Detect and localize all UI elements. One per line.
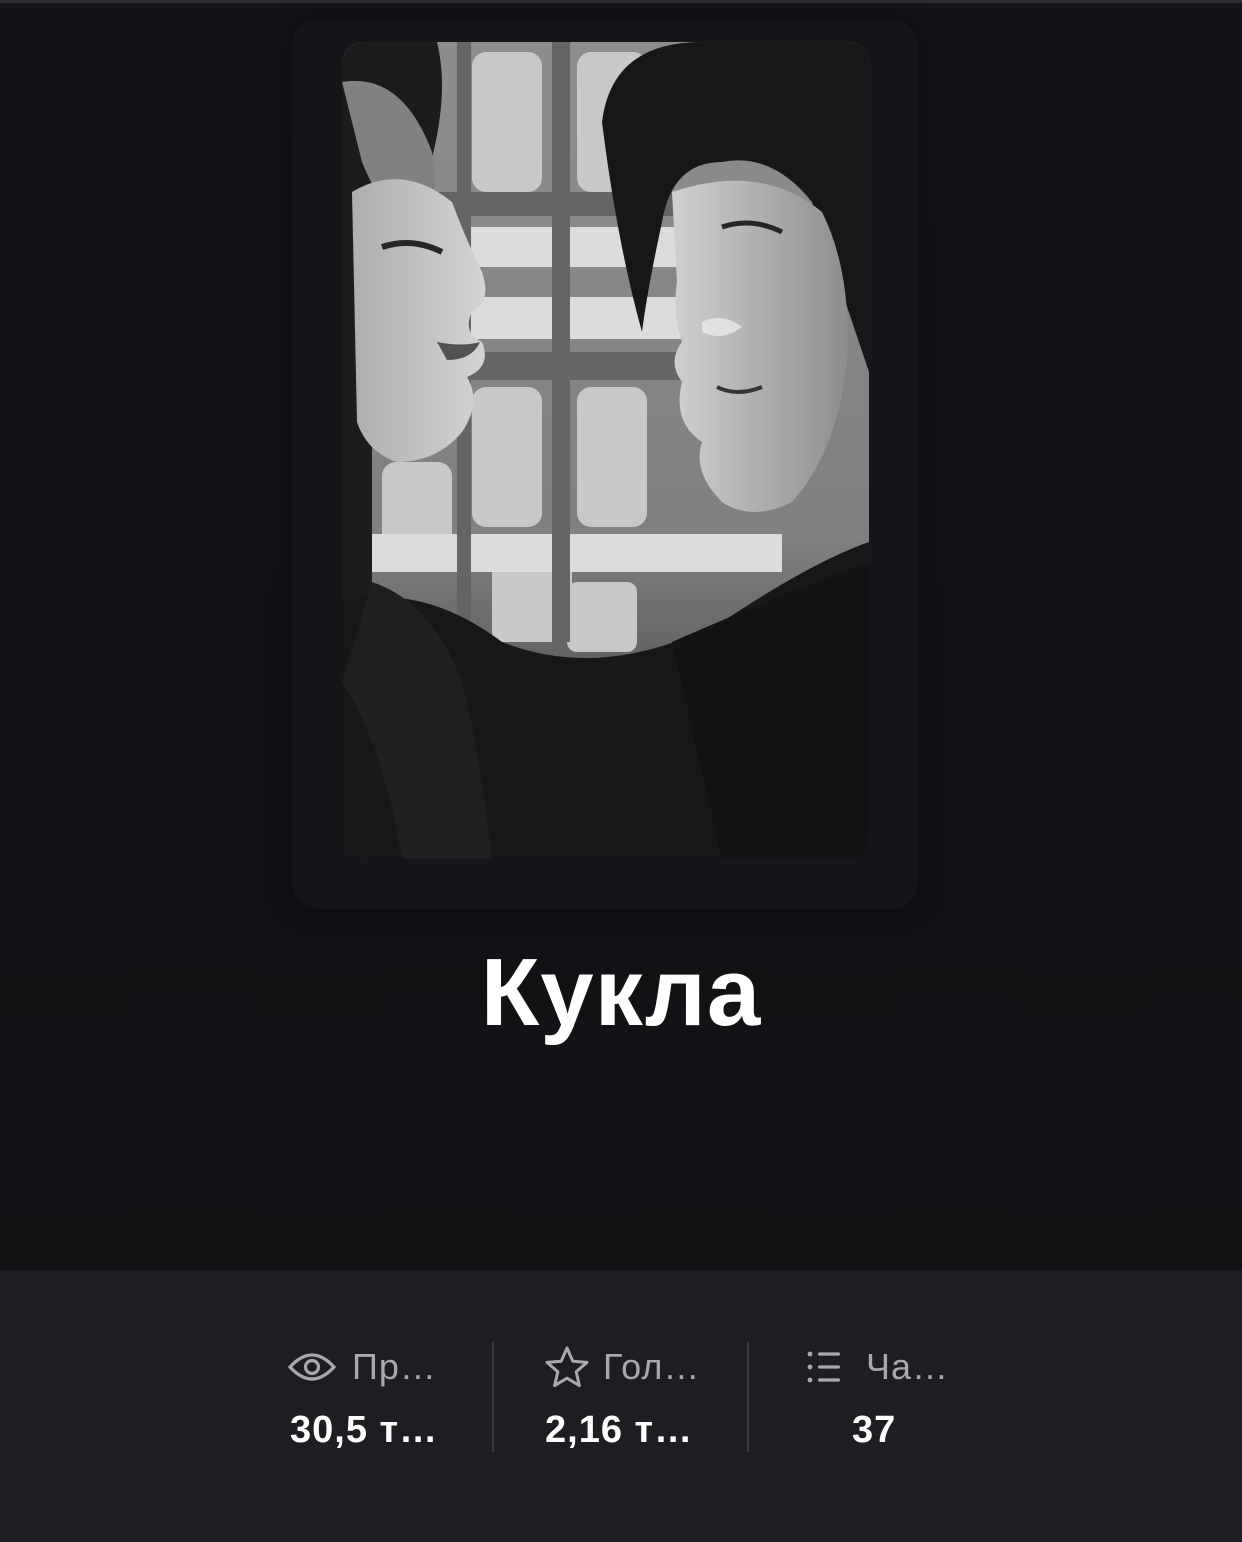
- story-hero: Кукла: [0, 3, 1242, 1270]
- stat-votes-value: 2,16 т…: [545, 1409, 694, 1451]
- stat-divider: [747, 1342, 749, 1452]
- stat-parts: Ча… 37: [800, 1335, 960, 1455]
- list-icon: [800, 1345, 848, 1389]
- story-details-page: Кукла Пр… 30,5 т… Гол… 2,16 т… Ча… 37: [0, 0, 1242, 1542]
- star-icon: [543, 1345, 591, 1389]
- stat-reads-label: Пр…: [352, 1346, 437, 1387]
- stat-parts-header: Ча…: [800, 1345, 949, 1389]
- stat-votes-label: Гол…: [603, 1346, 701, 1387]
- story-title: Кукла: [480, 939, 762, 1046]
- stat-parts-value: 37: [852, 1409, 897, 1451]
- stat-reads-value: 30,5 т…: [290, 1409, 439, 1451]
- story-cover-image[interactable]: [342, 42, 869, 859]
- stat-parts-label: Ча…: [866, 1346, 950, 1387]
- stat-votes-header: Гол…: [543, 1345, 700, 1389]
- cover-photo: [342, 42, 869, 859]
- eye-icon: [288, 1345, 336, 1389]
- stat-divider: [492, 1342, 494, 1452]
- stat-reads: Пр… 30,5 т…: [288, 1335, 468, 1455]
- stat-reads-header: Пр…: [288, 1345, 437, 1389]
- stat-votes: Гол… 2,16 т…: [543, 1335, 723, 1455]
